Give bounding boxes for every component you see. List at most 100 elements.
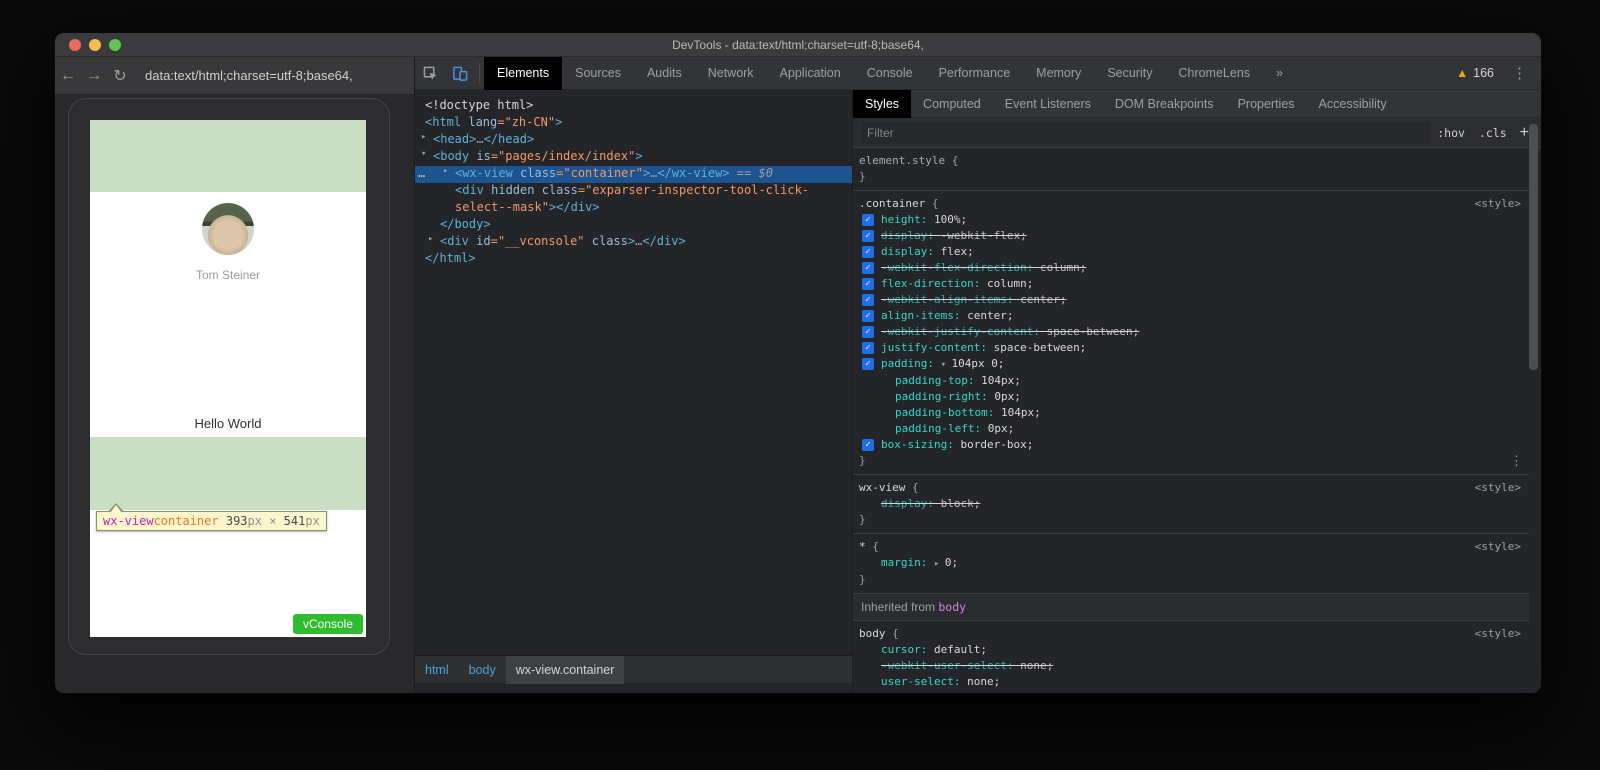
tab-sources[interactable]: Sources	[562, 57, 634, 90]
minimize-window-icon[interactable]	[89, 39, 101, 51]
expand-arrow-icon[interactable]: ▾	[941, 360, 952, 370]
style-origin-link[interactable]: <style>	[1475, 196, 1521, 212]
tree-expand-icon[interactable]: ▸	[421, 132, 426, 142]
rule-selector[interactable]: wx-view	[859, 481, 905, 494]
sidebar-tab-properties[interactable]: Properties	[1226, 90, 1307, 118]
rule-selector[interactable]: element.style	[859, 154, 945, 167]
css-property[interactable]: ✓padding: ▾ 104px 0;	[859, 356, 1521, 373]
tab-security[interactable]: Security	[1094, 57, 1165, 90]
breadcrumb-body[interactable]: body	[459, 656, 506, 684]
rule-close-brace: }	[859, 512, 1521, 528]
property-checkbox[interactable]: ✓	[862, 358, 874, 370]
property-checkbox[interactable]: ✓	[862, 278, 874, 290]
url-field[interactable]: data:text/html;charset=utf-8;base64,	[145, 68, 353, 83]
rule-selector[interactable]: .container	[859, 197, 925, 210]
dom-tree-row[interactable]: ▾<body is="pages/index/index">	[415, 149, 852, 166]
sidebar-tab-eventlisteners[interactable]: Event Listeners	[993, 90, 1103, 118]
property-checkbox[interactable]: ✓	[862, 262, 874, 274]
css-property[interactable]: margin: ▸ 0;	[859, 555, 1521, 572]
tab-memory[interactable]: Memory	[1023, 57, 1094, 90]
device-toolbar-icon[interactable]	[445, 57, 475, 90]
css-property[interactable]: padding-bottom: 104px;	[859, 405, 1521, 421]
sidebar-tab-computed[interactable]: Computed	[911, 90, 993, 118]
rule-close-brace: }	[859, 169, 1521, 185]
tree-expand-icon[interactable]: ▸	[428, 234, 433, 244]
style-origin-link[interactable]: <style>	[1475, 539, 1521, 555]
property-checkbox[interactable]: ✓	[862, 214, 874, 226]
dom-tree-row[interactable]: ▸<div id="__vconsole" class>…</div>	[415, 234, 852, 251]
dom-tree-row[interactable]: </body>	[415, 217, 852, 234]
inherited-from-link[interactable]: body	[938, 600, 966, 614]
error-warning-badge[interactable]: ▲ 166	[1456, 66, 1494, 80]
dom-tree-row[interactable]: <html lang="zh-CN">	[415, 115, 852, 132]
tab-elements[interactable]: Elements	[484, 57, 562, 90]
css-property[interactable]: display: block;	[859, 496, 1521, 512]
property-checkbox[interactable]: ✓	[862, 230, 874, 242]
forward-icon[interactable]: →	[81, 67, 107, 85]
reload-icon[interactable]: ↻	[107, 66, 133, 86]
property-checkbox[interactable]: ✓	[862, 342, 874, 354]
style-origin-link[interactable]: <style>	[1475, 626, 1521, 642]
css-property[interactable]: -webkit-user-select: none;	[859, 658, 1521, 674]
new-style-rule-button[interactable]: +	[1520, 124, 1529, 142]
breadcrumb-wxviewcontainer[interactable]: wx-view.container	[506, 656, 625, 684]
device-screen: Tom Steiner Hello World wx-viewcontainer…	[90, 120, 366, 637]
css-property[interactable]: ✓flex-direction: column;	[859, 276, 1521, 292]
zoom-window-icon[interactable]	[109, 39, 121, 51]
css-property[interactable]: ✓display: flex;	[859, 244, 1521, 260]
css-property[interactable]: ▲-webkit-touch-callout: none;	[859, 690, 1521, 693]
expand-arrow-icon[interactable]: ▸	[934, 559, 945, 569]
tab-[interactable]: »	[1263, 57, 1296, 90]
rule-selector[interactable]: body	[859, 627, 886, 640]
close-window-icon[interactable]	[69, 39, 81, 51]
inspect-element-icon[interactable]	[415, 57, 445, 90]
cls-toggle[interactable]: .cls	[1479, 126, 1507, 140]
dom-tree-row[interactable]: ▸<head>…</head>	[415, 132, 852, 149]
sidebar-tab-accessibility[interactable]: Accessibility	[1307, 90, 1399, 118]
tab-console[interactable]: Console	[854, 57, 926, 90]
css-property[interactable]: ✓-webkit-justify-content: space-between;	[859, 324, 1521, 340]
dom-tree-row[interactable]: <div hidden class="exparser-inspector-to…	[415, 183, 852, 200]
css-property[interactable]: ✓height: 100%;	[859, 212, 1521, 228]
dom-tree-row[interactable]: </html>	[415, 251, 852, 268]
css-property[interactable]: ✓-webkit-align-items: center;	[859, 292, 1521, 308]
css-property[interactable]: cursor: default;	[859, 642, 1521, 658]
tab-performance[interactable]: Performance	[926, 57, 1024, 90]
dom-tree-row[interactable]: <!doctype html>	[415, 98, 852, 115]
back-icon[interactable]: ←	[55, 67, 81, 85]
css-property[interactable]: ✓box-sizing: border-box;	[859, 437, 1521, 453]
property-checkbox[interactable]: ✓	[862, 326, 874, 338]
css-property[interactable]: ✓align-items: center;	[859, 308, 1521, 324]
dom-tree-row[interactable]: …▸<wx-view class="container">…</wx-view>…	[415, 166, 852, 183]
titlebar[interactable]: DevTools - data:text/html;charset=utf-8;…	[55, 33, 1541, 57]
css-property[interactable]: padding-right: 0px;	[859, 389, 1521, 405]
tree-expand-icon[interactable]: ▾	[421, 149, 426, 159]
dom-tree-row[interactable]: select--mask"></div>	[415, 200, 852, 217]
css-property[interactable]: ✓-webkit-flex-direction: column;	[859, 260, 1521, 276]
devtools-menu-icon[interactable]: ⋮	[1512, 64, 1527, 82]
styles-scrollbar[interactable]	[1529, 124, 1538, 370]
rule-menu-icon[interactable]: ⋮	[1510, 454, 1523, 470]
rule-selector[interactable]: *	[859, 540, 866, 553]
tab-audits[interactable]: Audits	[634, 57, 695, 90]
css-property[interactable]: ✓display: -webkit-flex;	[859, 228, 1521, 244]
tab-network[interactable]: Network	[695, 57, 767, 90]
hov-toggle[interactable]: :hov	[1437, 126, 1465, 140]
sidebar-tab-styles[interactable]: Styles	[853, 90, 911, 118]
styles-filter-input[interactable]	[861, 122, 1430, 144]
tab-application[interactable]: Application	[767, 57, 854, 90]
css-property[interactable]: ✓justify-content: space-between;	[859, 340, 1521, 356]
property-checkbox[interactable]: ✓	[862, 439, 874, 451]
style-origin-link[interactable]: <style>	[1475, 480, 1521, 496]
tree-expand-icon[interactable]: ▸	[443, 166, 448, 176]
tab-chromelens[interactable]: ChromeLens	[1165, 57, 1263, 90]
property-checkbox[interactable]: ✓	[862, 294, 874, 306]
property-checkbox[interactable]: ✓	[862, 310, 874, 322]
css-property[interactable]: padding-left: 0px;	[859, 421, 1521, 437]
css-property[interactable]: user-select: none;	[859, 674, 1521, 690]
vconsole-button[interactable]: vConsole	[293, 614, 363, 634]
sidebar-tab-dombreakpoints[interactable]: DOM Breakpoints	[1103, 90, 1226, 118]
css-property[interactable]: padding-top: 104px;	[859, 373, 1521, 389]
property-checkbox[interactable]: ✓	[862, 246, 874, 258]
breadcrumb-html[interactable]: html	[415, 656, 459, 684]
